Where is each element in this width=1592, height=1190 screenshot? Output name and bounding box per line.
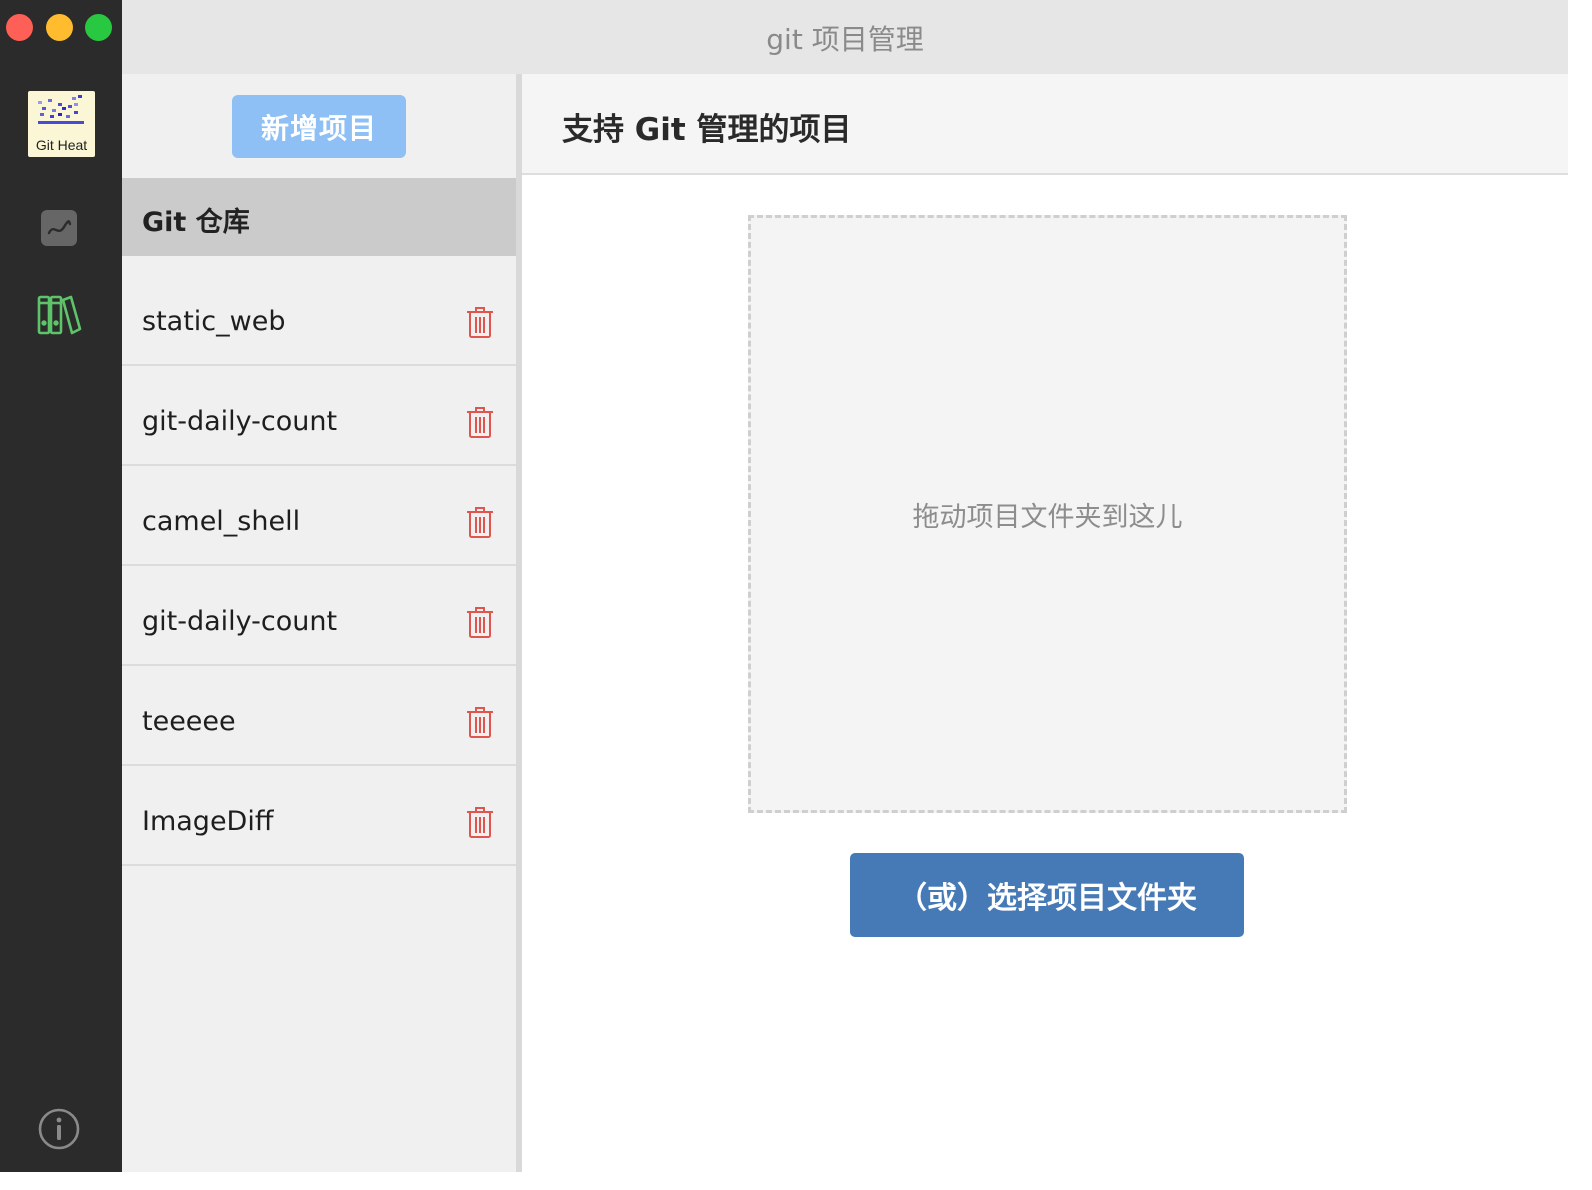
project-name: camel_shell bbox=[142, 506, 301, 537]
project-row[interactable]: camel_shell bbox=[122, 466, 516, 566]
trash-icon[interactable] bbox=[466, 407, 494, 439]
trash-icon[interactable] bbox=[466, 307, 494, 339]
trash-icon[interactable] bbox=[466, 607, 494, 639]
project-name: static_web bbox=[142, 306, 286, 337]
zoom-window-button[interactable] bbox=[85, 14, 112, 41]
heatmap-logo-icon bbox=[38, 95, 84, 124]
main-header: 支持 Git 管理的项目 bbox=[522, 74, 1568, 175]
page-title: 支持 Git 管理的项目 bbox=[562, 112, 852, 148]
trash-icon[interactable] bbox=[466, 507, 494, 539]
minimize-window-button[interactable] bbox=[46, 14, 73, 41]
git-repo-section-header: Git 仓库 bbox=[122, 178, 516, 256]
books-icon[interactable] bbox=[36, 293, 82, 337]
chart-icon[interactable] bbox=[40, 209, 78, 247]
choose-folder-button[interactable]: （或）选择项目文件夹 bbox=[850, 853, 1244, 937]
app-window: Git Heat git 项目管理 新增项目 Git 仓库 static_web… bbox=[0, 0, 1568, 1172]
window-title: git 项目管理 bbox=[766, 23, 924, 56]
folder-drop-zone[interactable]: 拖动项目文件夹到这儿 bbox=[748, 215, 1347, 813]
project-row[interactable]: static_web bbox=[122, 266, 516, 366]
project-name: teeeee bbox=[142, 706, 236, 737]
trash-icon[interactable] bbox=[466, 807, 494, 839]
left-dock: Git Heat bbox=[0, 0, 122, 1172]
git-heat-logo[interactable]: Git Heat bbox=[28, 91, 95, 157]
project-row[interactable]: ImageDiff bbox=[122, 766, 516, 866]
project-name: ImageDiff bbox=[142, 806, 274, 837]
section-title: Git 仓库 bbox=[142, 207, 250, 238]
project-row[interactable]: teeeee bbox=[122, 666, 516, 766]
project-name: git-daily-count bbox=[142, 606, 338, 637]
info-icon[interactable] bbox=[37, 1107, 81, 1151]
project-list-panel: 新增项目 Git 仓库 static_web git-daily-count c… bbox=[122, 74, 518, 1172]
project-row[interactable]: git-daily-count bbox=[122, 566, 516, 666]
panel-splitter[interactable] bbox=[516, 74, 522, 1172]
project-name: git-daily-count bbox=[142, 406, 338, 437]
app-logo-label: Git Heat bbox=[35, 137, 88, 153]
title-bar: git 项目管理 bbox=[122, 0, 1568, 74]
drop-zone-hint: 拖动项目文件夹到这儿 bbox=[912, 501, 1183, 533]
trash-icon[interactable] bbox=[466, 707, 494, 739]
add-project-button[interactable]: 新增项目 bbox=[232, 95, 406, 158]
project-row[interactable]: git-daily-count bbox=[122, 366, 516, 466]
close-window-button[interactable] bbox=[6, 14, 33, 41]
